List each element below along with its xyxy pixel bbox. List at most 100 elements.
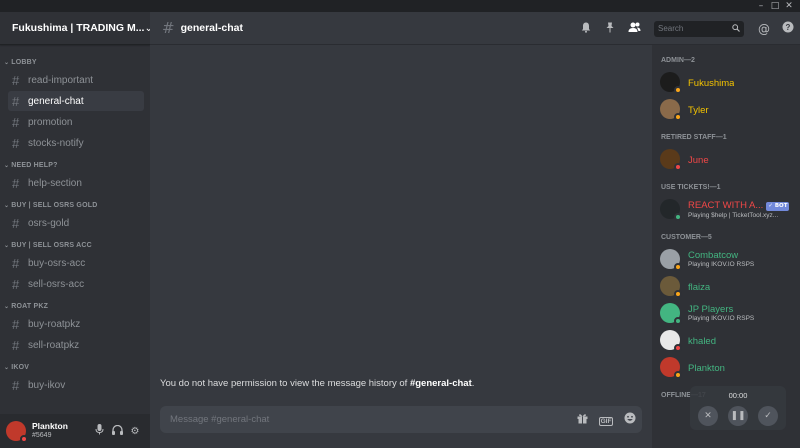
channel-item[interactable]: # read-important (8, 70, 144, 90)
channel-item[interactable]: # sell-roatpkz (8, 335, 144, 355)
user-tag: #5649 (32, 432, 52, 439)
channel-title: general-chat (180, 22, 244, 34)
chevron-down-icon: ⌄ (4, 243, 10, 249)
hash-icon: # (12, 255, 20, 271)
gear-icon[interactable]: ⚙ (126, 426, 144, 437)
member-item[interactable]: JP Players Playing IKOV.IO RSPS (660, 299, 794, 326)
gift-icon[interactable] (570, 413, 594, 427)
channel-label: buy-roatpkz (28, 318, 81, 330)
hash-icon: # (12, 114, 20, 130)
status-indicator (674, 289, 682, 298)
avatar (660, 275, 682, 298)
channel-category[interactable]: ⌄ BUY | SELL OSRS ACC (0, 234, 150, 252)
gif-icon[interactable]: GIF (594, 413, 618, 426)
avatar (660, 148, 682, 171)
channel-category[interactable]: ⌄ NEED HELP? (0, 154, 150, 172)
mention-icon[interactable]: @ (752, 22, 776, 36)
channel-item[interactable]: # general-chat (8, 91, 144, 111)
member-info: Fukushima (688, 76, 734, 87)
channel-category[interactable]: ⌄ IKOV (0, 356, 150, 374)
category-label: BUY | SELL OSRS GOLD (11, 202, 98, 209)
svg-text:?: ? (786, 23, 791, 32)
recording-timer: 00:00 (728, 391, 748, 400)
notice-text: You do not have permission to view the m… (160, 378, 410, 389)
member-item[interactable]: REACT WITH A... ✓ BOT Playing $help | Tick… (660, 195, 794, 222)
minimize-icon[interactable]: – (756, 1, 766, 11)
member-item[interactable]: Tyler (660, 95, 794, 122)
channel-label: buy-ikov (28, 379, 66, 391)
avatar[interactable] (6, 421, 28, 443)
channel-category[interactable]: ⌄ BUY | SELL OSRS GOLD (0, 194, 150, 212)
microphone-icon[interactable] (90, 424, 108, 438)
category-label: ROAT PKZ (11, 303, 49, 310)
channel-label: stocks-notify (28, 137, 84, 149)
server-name: Fukushima | TRADING M... (12, 22, 145, 34)
member-item[interactable]: June (660, 145, 794, 172)
member-group-title: ADMIN—2 (661, 57, 695, 64)
channel-label: help-section (28, 177, 82, 189)
member-item[interactable]: Combatcow Playing IKOV.IO RSPS (660, 245, 794, 272)
category-label: BUY | SELL OSRS ACC (11, 242, 92, 249)
avatar (660, 198, 682, 221)
category-label: LOBBY (11, 59, 37, 66)
channel-item[interactable]: # promotion (8, 112, 144, 132)
help-icon[interactable]: ? (776, 21, 800, 36)
member-activity: Playing IKOV.IO RSPS (688, 315, 755, 322)
member-item[interactable]: khaled (660, 326, 794, 353)
status-indicator (674, 370, 682, 379)
channel-item[interactable]: # help-section (8, 173, 144, 193)
channel-item[interactable]: # stocks-notify (8, 133, 144, 153)
message-area: You do not have permission to view the m… (150, 45, 652, 403)
maximize-icon[interactable]: □ (770, 1, 780, 11)
message-input[interactable] (170, 414, 570, 425)
avatar (660, 302, 682, 325)
member-activity: Playing $help | TicketTool.xyz... (688, 211, 779, 219)
member-item[interactable]: Plankton (660, 353, 794, 380)
member-info: JP Players Playing IKOV.IO RSPS (688, 302, 754, 323)
member-item[interactable]: flaiza (660, 272, 794, 299)
channel-list: ⌄ LOBBY # read-important # general-chat # promo… (0, 45, 150, 395)
hash-icon: # (12, 135, 20, 151)
status-indicator (674, 343, 682, 352)
pause-icon[interactable]: ❚❚ (728, 406, 748, 426)
chevron-down-icon: ⌄ (4, 304, 10, 310)
chevron-down-icon: ⌄ (4, 163, 10, 169)
category-label: IKOV (11, 364, 30, 371)
channel-label: general-chat (28, 95, 84, 107)
channel-category[interactable]: ⌄ ROAT PKZ (0, 295, 150, 313)
member-info: June (688, 153, 709, 164)
server-header[interactable]: Fukushima | TRADING M... ⌄ (0, 12, 150, 45)
username: Plankton (32, 421, 68, 431)
member-info: flaiza (688, 280, 710, 291)
close-icon[interactable]: ✕ (784, 1, 794, 11)
search-input[interactable]: Search (654, 20, 744, 37)
headphones-icon[interactable] (108, 424, 126, 438)
chevron-down-icon: ⌄ (4, 365, 10, 371)
channel-item[interactable]: # buy-roatpkz (8, 314, 144, 334)
members-icon[interactable] (622, 22, 646, 35)
channel-label: buy-osrs-acc (28, 257, 86, 269)
pin-icon[interactable] (598, 22, 622, 36)
channel-item[interactable]: # sell-osrs-acc (8, 274, 144, 294)
check-icon[interactable]: ✓ (758, 406, 778, 426)
bell-icon[interactable] (574, 22, 598, 36)
status-indicator (20, 435, 28, 443)
hash-icon: # (12, 276, 20, 292)
message-composer: GIF (160, 406, 642, 433)
emoji-icon[interactable] (618, 412, 642, 427)
channel-header: # general-chat Search @ ? (150, 12, 800, 45)
member-item[interactable]: Fukushima (660, 68, 794, 95)
channel-category[interactable]: ⌄ LOBBY (0, 51, 150, 69)
avatar (660, 248, 682, 271)
avatar (660, 71, 682, 94)
channel-item[interactable]: # buy-ikov (8, 375, 144, 395)
channel-item[interactable]: # osrs-gold (8, 213, 144, 233)
channel-label: osrs-gold (28, 217, 70, 229)
member-info: REACT WITH A... ✓ BOT Playing $help | Tick… (688, 198, 790, 220)
close-icon[interactable]: ✕ (698, 406, 718, 426)
category-label: NEED HELP? (11, 162, 58, 169)
window-titlebar: – □ ✕ (0, 0, 800, 12)
channel-item[interactable]: # buy-osrs-acc (8, 253, 144, 273)
channel-label: sell-roatpkz (28, 339, 80, 351)
hash-icon: # (12, 175, 20, 191)
